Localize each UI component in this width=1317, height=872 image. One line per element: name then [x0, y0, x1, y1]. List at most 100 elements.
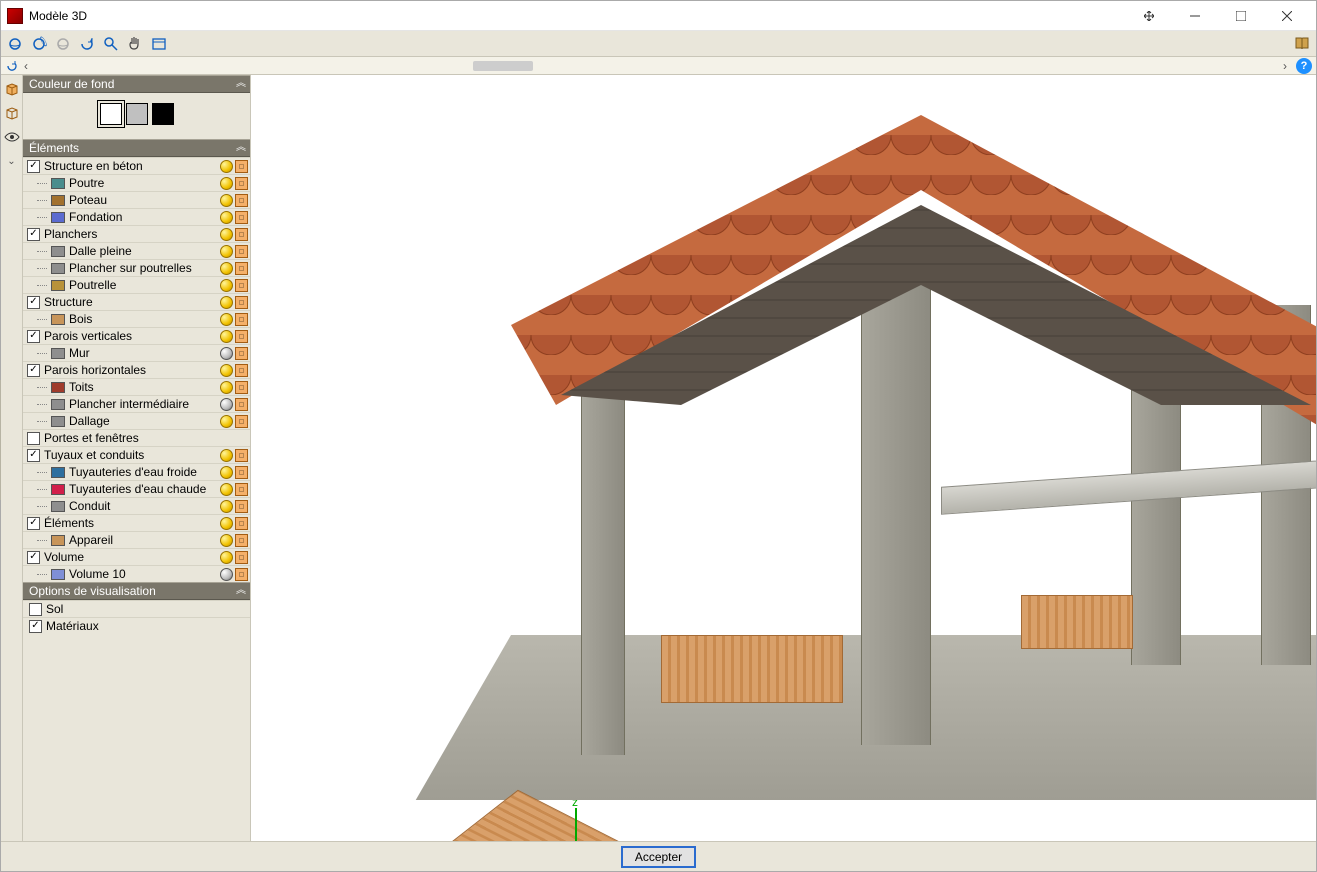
color-swatch[interactable]: [51, 314, 65, 325]
checkbox[interactable]: [27, 432, 40, 445]
visibility-orb-icon[interactable]: [220, 313, 233, 326]
color-swatch[interactable]: [51, 416, 65, 427]
checkbox[interactable]: ✓: [27, 364, 40, 377]
visibility-orb-icon[interactable]: [220, 177, 233, 190]
cube-icon[interactable]: [235, 228, 248, 241]
tree-item[interactable]: Tuyauteries d'eau froide: [23, 463, 250, 480]
tree-item[interactable]: Plancher sur poutrelles: [23, 259, 250, 276]
swatch-white[interactable]: [100, 103, 122, 125]
pan-icon[interactable]: [125, 34, 145, 54]
cube-icon[interactable]: [235, 245, 248, 258]
visibility-orb-icon[interactable]: [220, 568, 233, 581]
cube-icon[interactable]: [235, 398, 248, 411]
tree-group[interactable]: ✓Structure: [23, 293, 250, 310]
tree-group[interactable]: Portes et fenêtres: [23, 429, 250, 446]
cube-icon[interactable]: [235, 313, 248, 326]
collapse-icon[interactable]: ︽: [236, 582, 244, 600]
tree-item[interactable]: Fondation: [23, 208, 250, 225]
tree-group[interactable]: ✓Planchers: [23, 225, 250, 242]
collapse-icon[interactable]: ︽: [236, 139, 244, 157]
tree-item[interactable]: Dalle pleine: [23, 242, 250, 259]
tree-item[interactable]: Volume 10: [23, 565, 250, 582]
cube-icon[interactable]: [235, 296, 248, 309]
cube-icon[interactable]: [235, 177, 248, 190]
panel-header-bgcolor[interactable]: Couleur de fond ︽: [23, 75, 250, 93]
visibility-orb-icon[interactable]: [220, 534, 233, 547]
cube-icon[interactable]: [235, 330, 248, 343]
box-icon[interactable]: [2, 79, 22, 99]
color-swatch[interactable]: [51, 178, 65, 189]
checkbox[interactable]: ✓: [27, 160, 40, 173]
panel-header-options[interactable]: Options de visualisation ︽: [23, 582, 250, 600]
checkbox[interactable]: ✓: [27, 228, 40, 241]
checkbox[interactable]: [29, 603, 42, 616]
color-swatch[interactable]: [51, 535, 65, 546]
orbit-icon[interactable]: [5, 34, 25, 54]
color-swatch[interactable]: [51, 263, 65, 274]
color-swatch[interactable]: [51, 348, 65, 359]
tree-group[interactable]: ✓Structure en béton: [23, 157, 250, 174]
cube-icon[interactable]: [235, 279, 248, 292]
visibility-orb-icon[interactable]: [220, 330, 233, 343]
swatch-black[interactable]: [152, 103, 174, 125]
cube-icon[interactable]: [235, 517, 248, 530]
checkbox[interactable]: ✓: [27, 296, 40, 309]
refresh-icon[interactable]: [77, 34, 97, 54]
window-icon[interactable]: [149, 34, 169, 54]
color-swatch[interactable]: [51, 501, 65, 512]
tree-item[interactable]: Toits: [23, 378, 250, 395]
color-swatch[interactable]: [51, 280, 65, 291]
tree-item[interactable]: Tuyauteries d'eau chaude: [23, 480, 250, 497]
checkbox[interactable]: ✓: [27, 330, 40, 343]
panel-header-elements[interactable]: Éléments ︽: [23, 139, 250, 157]
visibility-orb-icon[interactable]: [220, 500, 233, 513]
visibility-orb-icon[interactable]: [220, 449, 233, 462]
tree-group[interactable]: ✓Parois verticales: [23, 327, 250, 344]
cube-icon[interactable]: [235, 381, 248, 394]
color-swatch[interactable]: [51, 382, 65, 393]
cube-icon[interactable]: [235, 364, 248, 377]
visibility-orb-icon[interactable]: [220, 415, 233, 428]
checkbox[interactable]: ✓: [27, 449, 40, 462]
tree-item[interactable]: Conduit: [23, 497, 250, 514]
box-wire-icon[interactable]: [2, 103, 22, 123]
cube-icon[interactable]: [235, 160, 248, 173]
tree-item[interactable]: Mur: [23, 344, 250, 361]
cube-icon[interactable]: [235, 483, 248, 496]
tree-group[interactable]: ✓Volume: [23, 548, 250, 565]
cube-icon[interactable]: [235, 466, 248, 479]
scrollbar[interactable]: [33, 61, 1278, 71]
visibility-orb-icon[interactable]: [220, 245, 233, 258]
minimize-button[interactable]: [1172, 1, 1218, 31]
cube-icon[interactable]: [235, 568, 248, 581]
option-row[interactable]: Sol: [23, 600, 250, 617]
zoom-window-icon[interactable]: [101, 34, 121, 54]
visibility-orb-icon[interactable]: [220, 398, 233, 411]
visibility-orb-icon[interactable]: [220, 517, 233, 530]
cube-icon[interactable]: [235, 262, 248, 275]
move-icon[interactable]: [1126, 1, 1172, 31]
cube-icon[interactable]: [235, 449, 248, 462]
chevron-down-icon[interactable]: ⌄: [2, 151, 22, 171]
color-swatch[interactable]: [51, 569, 65, 580]
tree-item[interactable]: Poteau: [23, 191, 250, 208]
color-swatch[interactable]: [51, 246, 65, 257]
tree-item[interactable]: Plancher intermédiaire: [23, 395, 250, 412]
tree-item[interactable]: Dallage: [23, 412, 250, 429]
refresh-small-left-icon[interactable]: [5, 59, 19, 73]
cube-icon[interactable]: [235, 534, 248, 547]
visibility-orb-icon[interactable]: [220, 279, 233, 292]
visibility-orb-icon[interactable]: [220, 211, 233, 224]
color-swatch[interactable]: [51, 484, 65, 495]
visibility-orb-icon[interactable]: [220, 194, 233, 207]
cube-icon[interactable]: [235, 500, 248, 513]
eye-icon[interactable]: [2, 127, 22, 147]
color-swatch[interactable]: [51, 195, 65, 206]
checkbox[interactable]: ✓: [27, 551, 40, 564]
accept-button[interactable]: Accepter: [621, 846, 696, 868]
swatch-grey[interactable]: [126, 103, 148, 125]
world-grey-icon[interactable]: [53, 34, 73, 54]
visibility-orb-icon[interactable]: [220, 364, 233, 377]
visibility-orb-icon[interactable]: [220, 483, 233, 496]
collapse-icon[interactable]: ︽: [236, 75, 244, 93]
